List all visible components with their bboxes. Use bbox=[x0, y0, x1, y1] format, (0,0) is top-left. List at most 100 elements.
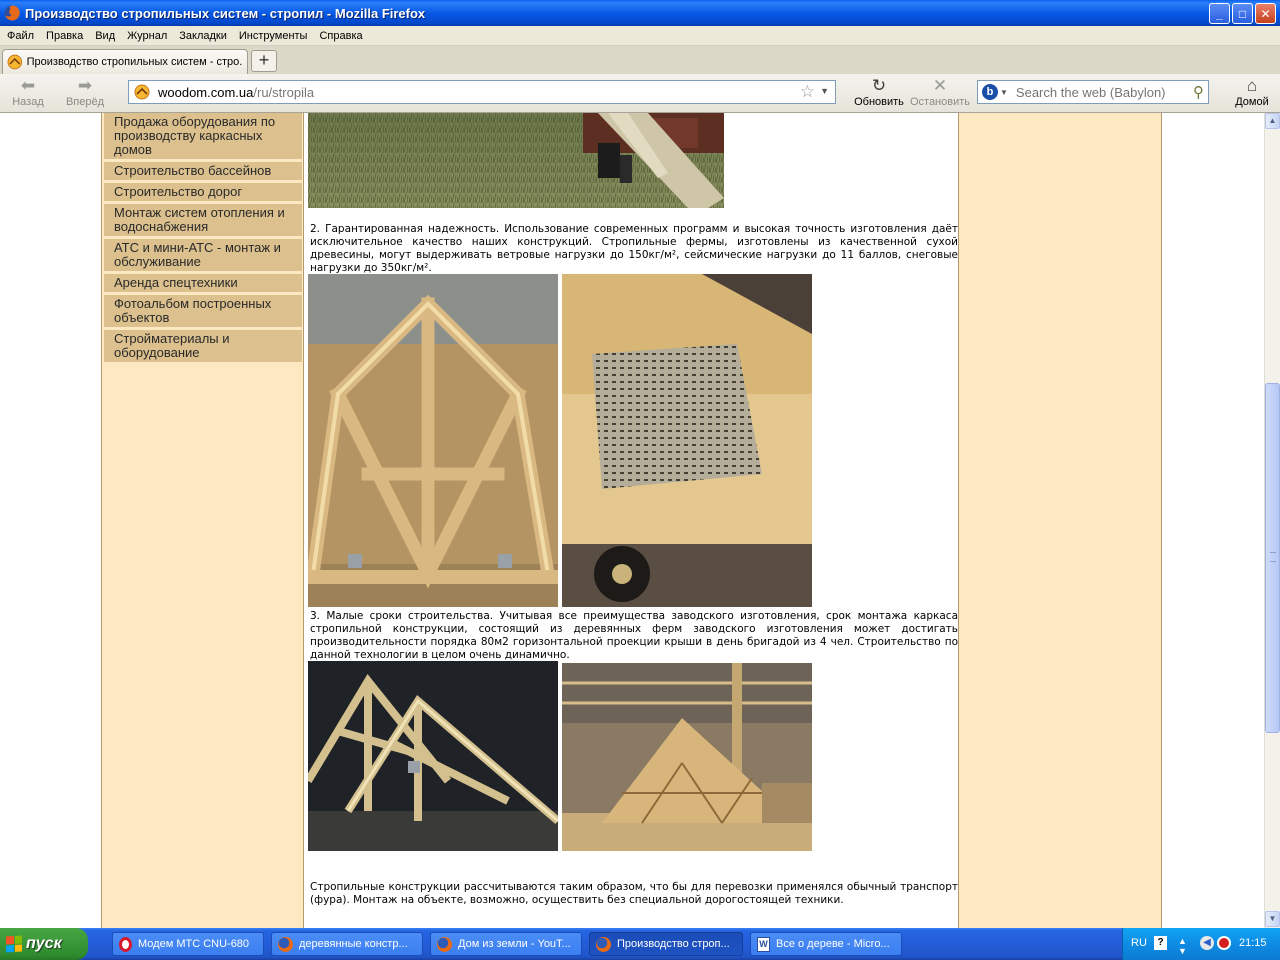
search-box[interactable]: b ▼ ⚲ bbox=[977, 80, 1209, 104]
photo-truss-transport bbox=[308, 113, 724, 208]
sidebar-item-machinery-rental[interactable]: Аренда спецтехники bbox=[104, 274, 302, 292]
maximize-button[interactable]: □ bbox=[1232, 3, 1253, 24]
taskbar-item-label: деревянные констр... bbox=[299, 938, 408, 950]
content-column: 2. Гарантированная надежность. Использов… bbox=[303, 113, 959, 928]
home-button[interactable]: ⌂ Домой bbox=[1226, 76, 1278, 108]
photo-trusses-workshop-dark-image bbox=[308, 661, 558, 851]
sidebar-item-photo-album[interactable]: Фотоальбом построенных объектов bbox=[104, 295, 302, 327]
menu-file[interactable]: Файл bbox=[0, 30, 40, 42]
firefox-icon bbox=[278, 936, 293, 952]
stop-button[interactable]: ✕ Остановить bbox=[908, 76, 972, 108]
site-favicon-icon bbox=[7, 54, 23, 70]
taskbar-item-firefox-2[interactable]: Дом из земли - YouT... bbox=[430, 932, 582, 956]
paragraph-reliability: 2. Гарантированная надежность. Использов… bbox=[310, 223, 958, 274]
close-button[interactable]: ✕ bbox=[1255, 3, 1276, 24]
scroll-up-button[interactable]: ▲ bbox=[1265, 113, 1280, 129]
babylon-engine-icon[interactable]: b bbox=[982, 84, 998, 100]
windows-logo-icon bbox=[6, 935, 22, 953]
minimize-button[interactable]: _ bbox=[1209, 3, 1230, 24]
tray-expand-icon[interactable]: ▲ ▼ bbox=[1178, 936, 1187, 956]
menu-tools[interactable]: Инструменты bbox=[233, 30, 314, 42]
taskbar-item-label: Дом из земли - YouT... bbox=[458, 938, 571, 950]
window-titlebar[interactable]: Производство стропильных систем - стропи… bbox=[0, 0, 1280, 26]
photo-truss-assembly-image bbox=[308, 274, 558, 607]
sidebar-item-pools[interactable]: Строительство бассейнов bbox=[104, 162, 302, 180]
menu-bar: Файл Правка Вид Журнал Закладки Инструме… bbox=[0, 26, 1280, 46]
photo-trusses-workshop-dark bbox=[308, 661, 558, 851]
word-document-icon: W bbox=[757, 936, 770, 952]
scroll-grip-icon bbox=[1270, 552, 1276, 562]
taskbar-item-label: Все о дереве - Micro... bbox=[776, 938, 890, 950]
home-label: Домой bbox=[1235, 96, 1269, 108]
photo-truss-transport-image bbox=[308, 113, 724, 208]
language-indicator[interactable]: RU bbox=[1131, 937, 1147, 949]
vertical-scrollbar[interactable]: ▲ ▼ bbox=[1264, 113, 1280, 928]
help-icon[interactable]: ? bbox=[1154, 936, 1167, 950]
firefox-icon bbox=[596, 936, 611, 952]
sidebar-item-materials[interactable]: Стройматериалы и оборудование bbox=[104, 330, 302, 362]
sidebar-item-roads[interactable]: Строительство дорог bbox=[104, 183, 302, 201]
new-tab-button[interactable]: + bbox=[251, 50, 277, 72]
stop-label: Остановить bbox=[909, 96, 971, 108]
taskbar-item-label: Модем МТС CNU-680 bbox=[138, 938, 250, 950]
taskbar-item-word[interactable]: W Все о дереве - Micro... bbox=[750, 932, 902, 956]
forward-label: Вперёд bbox=[65, 96, 105, 108]
photo-truss-assembly bbox=[308, 274, 558, 607]
url-path: /ru/stropila bbox=[253, 84, 315, 100]
clock[interactable]: 21:15 bbox=[1239, 937, 1267, 949]
photo-trusses-factory-image bbox=[562, 663, 812, 851]
tray-back-icon[interactable]: ◀ bbox=[1200, 936, 1214, 950]
forward-button[interactable]: ➡ Вперёд bbox=[59, 76, 111, 108]
web-page: Продажа оборудования по производству кар… bbox=[101, 113, 1162, 928]
back-button[interactable]: ⬅ Назад bbox=[2, 76, 54, 108]
taskbar: пуск Модем МТС CNU-680 деревянные констр… bbox=[0, 928, 1280, 960]
forward-arrow-icon: ➡ bbox=[77, 76, 93, 95]
paragraph-transport: Стропильные конструкции рассчитываются т… bbox=[310, 881, 958, 906]
page-viewport: Продажа оборудования по производству кар… bbox=[0, 113, 1264, 928]
firefox-icon bbox=[4, 5, 20, 21]
taskbar-item-opera[interactable]: Модем МТС CNU-680 bbox=[112, 932, 264, 956]
start-button[interactable]: пуск bbox=[0, 928, 88, 960]
reload-button[interactable]: ↻ Обновить bbox=[850, 76, 908, 108]
sidebar-item-equipment-sale[interactable]: Продажа оборудования по производству кар… bbox=[104, 113, 302, 159]
stop-icon: ✕ bbox=[932, 76, 948, 95]
photo-nail-plate-image bbox=[562, 274, 812, 607]
scroll-thumb[interactable] bbox=[1265, 383, 1280, 733]
search-input[interactable] bbox=[1013, 83, 1188, 101]
sidebar-item-pbx[interactable]: АТС и мини-АТС - монтаж и обслуживание bbox=[104, 239, 302, 271]
menu-view[interactable]: Вид bbox=[89, 30, 121, 42]
left-column: Продажа оборудования по производству кар… bbox=[101, 113, 303, 928]
site-identity-icon bbox=[134, 84, 150, 100]
taskbar-item-firefox-1[interactable]: деревянные констр... bbox=[271, 932, 423, 956]
opera-icon bbox=[119, 936, 132, 952]
menu-help[interactable]: Справка bbox=[313, 30, 368, 42]
sidebar-item-heating[interactable]: Монтаж систем отопления и водоснабжения bbox=[104, 204, 302, 236]
url-domain: woodom.com.ua bbox=[158, 84, 254, 100]
home-icon: ⌂ bbox=[1246, 76, 1258, 95]
bookmark-star-icon[interactable]: ☆ bbox=[800, 82, 815, 102]
start-label: пуск bbox=[26, 935, 62, 952]
photo-trusses-factory bbox=[562, 663, 812, 851]
back-label: Назад bbox=[12, 96, 44, 108]
url-dropdown-icon[interactable]: ▼ bbox=[820, 86, 829, 96]
reload-label: Обновить bbox=[854, 96, 904, 108]
tray-opera-icon[interactable] bbox=[1217, 936, 1231, 950]
window-title: Производство стропильных систем - стропи… bbox=[25, 5, 426, 21]
engine-dropdown-icon[interactable]: ▼ bbox=[1000, 88, 1008, 97]
tab-strip: Производство стропильных систем - стро..… bbox=[0, 46, 1280, 74]
firefox-icon bbox=[437, 936, 452, 952]
paragraph-speed: 3. Малые сроки строительства. Учитывая в… bbox=[310, 610, 958, 661]
taskbar-item-label: Производство строп... bbox=[617, 938, 730, 950]
scroll-down-button[interactable]: ▼ bbox=[1265, 911, 1280, 927]
system-tray: RU ? ▲ ▼ ◀ 21:15 bbox=[1122, 928, 1280, 960]
address-bar[interactable]: woodom.com.ua/ru/stropila ☆ ▼ bbox=[128, 80, 836, 104]
menu-edit[interactable]: Правка bbox=[40, 30, 89, 42]
search-icon[interactable]: ⚲ bbox=[1193, 83, 1204, 101]
tab-active[interactable]: Производство стропильных систем - стро..… bbox=[2, 49, 248, 74]
menu-history[interactable]: Журнал bbox=[121, 30, 173, 42]
right-column bbox=[959, 113, 1162, 928]
reload-icon: ↻ bbox=[871, 76, 887, 95]
menu-bookmarks[interactable]: Закладки bbox=[173, 30, 233, 42]
taskbar-item-firefox-active[interactable]: Производство строп... bbox=[589, 932, 743, 956]
navigation-toolbar: ⬅ Назад ➡ Вперёд woodom.com.ua/ru/stropi… bbox=[0, 74, 1280, 113]
